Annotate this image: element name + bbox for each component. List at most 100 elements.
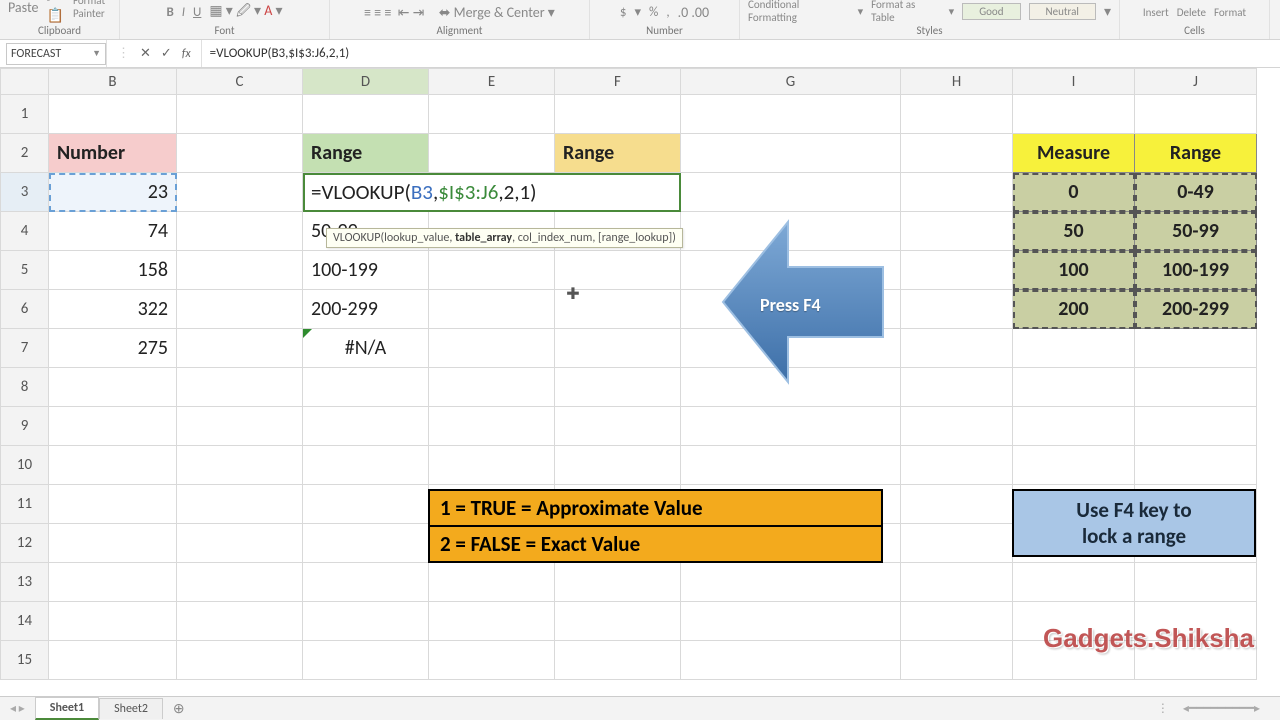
row-header-1[interactable]: 1 [1,95,49,134]
cell-D7[interactable]: #N/A [303,329,428,367]
insert-button[interactable]: Insert [1143,6,1169,19]
conditional-formatting-button[interactable]: Conditional Formatting [748,0,850,24]
col-header-E[interactable]: E [429,69,555,95]
group-label-styles: Styles [916,24,942,37]
tooltip-bold: table_array [455,231,512,245]
ribbon-group-font: B I U ▦ ▾ 🖉 ▾ A ▾ Font [120,0,330,39]
row-header-14[interactable]: 14 [1,602,49,641]
underline-button[interactable]: U [193,5,201,20]
col-header-G[interactable]: G [681,69,901,95]
row-header-9[interactable]: 9 [1,407,49,446]
currency-button[interactable]: $ [620,5,627,20]
paste-button[interactable]: Paste [8,0,38,16]
header-range-d: Range [303,134,428,172]
cell-B4[interactable]: 74 [49,212,176,250]
add-sheet-button[interactable]: ⊕ [163,700,195,717]
cell-B5[interactable]: 158 [49,251,176,289]
delete-button[interactable]: Delete [1177,6,1206,19]
tooltip-text-2: , col_index_num, [range_lookup]) [512,231,676,245]
cell-B3[interactable]: 23 [49,173,176,211]
select-all-corner[interactable] [1,69,49,95]
tab-sheet1[interactable]: Sheet1 [35,697,99,720]
header-measure: Measure [1013,134,1134,172]
comma-button[interactable]: , [666,5,669,20]
header-range-f: Range [555,134,680,172]
col-header-J[interactable]: J [1135,69,1257,95]
lookup-measure-3[interactable]: 200 [1013,290,1134,328]
row-header-8[interactable]: 8 [1,368,49,407]
formula-ref-range: $I$3:J6 [438,179,498,205]
percent-button[interactable]: % [649,5,658,20]
info-line-1: 1 = TRUE = Approximate Value [430,491,881,527]
ribbon-group-clipboard: Paste ✂ 📋 Format Painter Clipboard [0,0,120,39]
merge-center-button[interactable]: ⬌ Merge & Center ▾ [439,4,555,21]
group-label-number: Number [646,24,683,37]
ribbon-group-cells: Insert Delete Format Cells [1120,0,1270,39]
ribbon-group-styles: Conditional Formatting▾ Format as Table▾… [740,0,1120,39]
lookup-range-2[interactable]: 100-199 [1135,251,1256,289]
ribbon-group-alignment: ≡ ≡ ≡ ⇤ ⇥ ⬌ Merge & Center ▾ Alignment [330,0,590,39]
col-header-B[interactable]: B [49,69,177,95]
lookup-measure-0[interactable]: 0 [1013,173,1134,211]
col-header-I[interactable]: I [1013,69,1135,95]
name-box[interactable]: FORECAST ▼ [6,43,106,65]
sheet-tab-bar: ◂ ▸ Sheet1 Sheet2 ⊕ ⋮◂━━━━━━━━━▸ [0,696,1280,720]
fx-icon[interactable]: fx [182,47,191,61]
row-header-11[interactable]: 11 [1,485,49,524]
formula-bar: FORECAST ▼ ⋮ ✕ ✓ fx =VLOOKUP(B3,$I$3:J6,… [0,40,1280,68]
lookup-range-3[interactable]: 200-299 [1135,290,1256,328]
ribbon: Paste ✂ 📋 Format Painter Clipboard B I U… [0,0,1280,40]
row-header-15[interactable]: 15 [1,641,49,680]
formula-suffix: ,2,1) [498,179,536,205]
enter-formula-button[interactable]: ✓ [161,46,172,61]
info-line-2: 2 = FALSE = Exact Value [430,527,881,561]
format-painter-button[interactable]: Format Painter [73,0,111,20]
col-header-C[interactable]: C [177,69,303,95]
worksheet[interactable]: B C D E F G H I J 1 2 Number Range Range… [0,68,1280,688]
cell-D6[interactable]: 200-299 [303,290,428,328]
lookup-range-1[interactable]: 50-99 [1135,212,1256,250]
chevron-down-icon[interactable]: ▼ [92,48,101,59]
row-header-4[interactable]: 4 [1,212,49,251]
lookup-measure-2[interactable]: 100 [1013,251,1134,289]
bold-button[interactable]: B [166,5,173,20]
cell-D3-editing[interactable]: =VLOOKUP(B3,$I$3:J6,2,1) [303,173,680,211]
style-neutral[interactable]: Neutral [1029,3,1096,20]
group-label-cells: Cells [1184,24,1205,37]
name-box-value: FORECAST [11,47,61,61]
row-header-12[interactable]: 12 [1,524,49,563]
cell-B6[interactable]: 322 [49,290,176,328]
row-header-2[interactable]: 2 [1,134,49,173]
tip-box: Use F4 key to lock a range [1012,489,1256,557]
formula-prefix: =VLOOKUP( [311,179,411,205]
group-label-alignment: Alignment [437,24,483,37]
tab-sheet2[interactable]: Sheet2 [99,698,163,719]
col-header-H[interactable]: H [901,69,1013,95]
cell-B7[interactable]: 275 [49,329,176,367]
row-header-3[interactable]: 3 [1,173,49,212]
formula-input[interactable]: =VLOOKUP(B3,$I$3:J6,2,1) [202,40,1280,67]
cell-D5[interactable]: 100-199 [303,251,428,289]
cursor-icon: ✚ [566,284,579,304]
format-button[interactable]: Format [1214,6,1246,19]
row-header-5[interactable]: 5 [1,251,49,290]
cancel-formula-button[interactable]: ✕ [140,46,151,61]
formula-ref-b3: B3 [411,179,433,205]
format-as-table-button[interactable]: Format as Table [871,0,941,24]
italic-button[interactable]: I [182,5,185,20]
lookup-range-0[interactable]: 0-49 [1135,173,1256,211]
tip-line-2: lock a range [1082,523,1186,549]
watermark: Gadgets.Shiksha [1043,623,1254,654]
row-header-13[interactable]: 13 [1,563,49,602]
tooltip-text-1: VLOOKUP(lookup_value, [333,231,455,245]
info-box: 1 = TRUE = Approximate Value 2 = FALSE =… [428,489,883,563]
col-header-F[interactable]: F [555,69,681,95]
row-header-6[interactable]: 6 [1,290,49,329]
function-tooltip: VLOOKUP(lookup_value, table_array, col_i… [326,228,683,248]
col-header-D[interactable]: D [303,69,429,95]
row-header-7[interactable]: 7 [1,329,49,368]
lookup-measure-1[interactable]: 50 [1013,212,1134,250]
style-good[interactable]: Good [962,3,1020,20]
row-header-10[interactable]: 10 [1,446,49,485]
tab-nav[interactable]: ◂ ▸ [0,701,35,716]
